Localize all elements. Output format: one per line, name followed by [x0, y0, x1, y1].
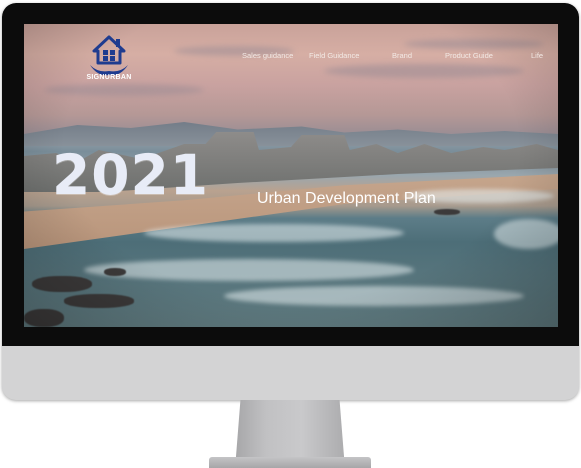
- nav-sales-guidance[interactable]: Sales guidance: [242, 51, 293, 60]
- nav-field-guidance[interactable]: Field Guidance: [309, 51, 359, 60]
- monitor-stand-base: [209, 457, 371, 468]
- monitor-frame: SIGNURBAN Sales guidance Field Guidance …: [2, 3, 579, 400]
- hero-year: 2021: [52, 143, 210, 207]
- nav-life[interactable]: Life: [531, 51, 543, 60]
- website-screen: SIGNURBAN Sales guidance Field Guidance …: [24, 24, 558, 327]
- top-nav: Sales guidance Field Guidance Brand Prod…: [24, 51, 558, 63]
- hero-subtitle: Urban Development Plan: [257, 190, 436, 207]
- nav-brand[interactable]: Brand: [392, 51, 412, 60]
- nav-product-guide[interactable]: Product Guide: [445, 51, 493, 60]
- logo-text: SIGNURBAN: [86, 74, 132, 81]
- monitor-bezel: SIGNURBAN Sales guidance Field Guidance …: [2, 3, 579, 346]
- monitor-stand-neck: [235, 400, 345, 460]
